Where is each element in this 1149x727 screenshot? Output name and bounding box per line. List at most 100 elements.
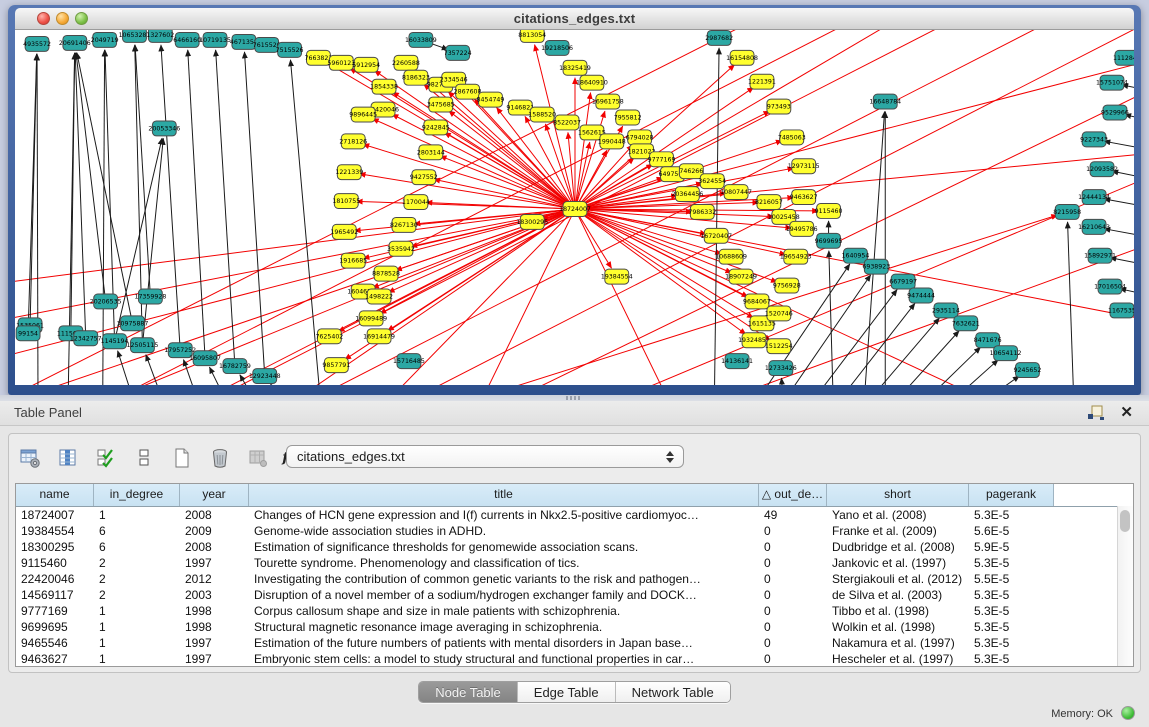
network-node[interactable]: 6938923 [862,259,890,274]
import-table-button[interactable] [245,445,271,471]
table-cell[interactable]: 1 [94,507,180,523]
network-node[interactable]: 8186323 [402,70,430,85]
network-node[interactable]: 20364456 [671,187,703,202]
network-node[interactable]: 2987682 [705,30,733,45]
network-edge[interactable] [75,53,86,338]
table-select-combobox[interactable]: citations_edges.txt [286,445,684,468]
table-cell[interactable]: Estimation of significance thresholds fo… [249,539,759,555]
network-node[interactable]: 1170044 [402,195,430,210]
network-edge[interactable] [142,138,163,345]
network-node[interactable]: 15751074 [1096,75,1128,90]
table-row[interactable]: 946554611997Estimation of the future num… [16,635,1133,651]
table-cell[interactable]: 0 [759,651,827,667]
network-edge[interactable] [161,45,180,350]
table-cell[interactable]: 5.6E-5 [969,523,1054,539]
table-cell[interactable]: Hescheler et al. (1997) [827,651,969,667]
network-node[interactable]: 3475685 [427,97,455,112]
table-cell[interactable]: 22420046 [16,571,94,587]
table-row[interactable]: 1830029562008Estimation of significance … [16,539,1133,555]
column-header-name[interactable]: name [16,484,94,506]
network-node[interactable]: 17359928 [134,289,166,304]
network-edge[interactable] [135,45,150,297]
network-node[interactable]: 18325419 [559,60,591,75]
network-node[interactable]: 8522037 [553,115,581,130]
network-node[interactable]: 7625402 [315,329,343,344]
table-cell[interactable]: 2009 [180,523,249,539]
table-cell[interactable]: 5.3E-5 [969,587,1054,603]
network-node[interactable]: 2718126 [339,134,367,149]
network-node[interactable]: 746266 [679,164,703,179]
table-cell[interactable]: 49 [759,507,827,523]
network-node[interactable]: 1990448 [598,134,626,149]
network-node[interactable]: 20206535 [90,294,122,309]
network-edge[interactable] [1068,222,1075,385]
table-cell[interactable]: 6 [94,539,180,555]
table-cell[interactable]: Jankovic et al. (1997) [827,555,969,571]
network-node[interactable]: 9227343 [1080,132,1108,147]
column-header-out_de[interactable]: △ out_de… [759,484,827,506]
network-edge[interactable] [575,209,674,385]
table-cell[interactable]: 0 [759,619,827,635]
network-node[interactable]: 1854338 [370,79,398,94]
citation-network-graph[interactable]: 4935572206914062049719106532871327602646… [15,30,1134,385]
network-node[interactable]: 9463627 [790,190,818,205]
column-header-pagerank[interactable]: pagerank [969,484,1054,506]
table-row[interactable]: 1456911722003Disruption of a novel membe… [16,587,1133,603]
table-cell[interactable]: 2012 [180,571,249,587]
table-cell[interactable]: Embryonic stem cells: a model to study s… [249,651,759,667]
network-node[interactable]: 2260588 [392,55,420,70]
network-node[interactable]: 6794028 [626,130,654,145]
network-edge[interactable] [858,318,939,385]
network-node[interactable]: 10688609 [715,249,747,264]
network-node[interactable]: 12444134 [1078,190,1110,205]
network-node[interactable]: 20691406 [59,35,91,50]
tab-edge-table[interactable]: Edge Table [517,682,615,702]
table-cell[interactable]: 14569117 [16,587,94,603]
network-node[interactable]: 16782759 [219,359,251,374]
network-node[interactable]: 16210643 [1078,219,1110,234]
table-cell[interactable]: 18724007 [16,507,94,523]
network-node[interactable]: 8216057 [755,195,783,210]
column-header-title[interactable]: title [249,484,759,506]
network-node[interactable]: 5960123 [327,55,355,70]
table-cell[interactable]: 1 [94,619,180,635]
network-node[interactable]: 8454749 [477,92,505,107]
network-node[interactable]: 16914479 [363,329,395,344]
table-vertical-scrollbar[interactable] [1117,506,1133,666]
table-cell[interactable]: Wolkin et al. (1998) [827,619,969,635]
network-node[interactable]: 16095807 [189,351,221,366]
table-cell[interactable]: 5.3E-5 [969,507,1054,523]
select-all-button[interactable] [93,445,119,471]
table-cell[interactable]: Corpus callosum shape and size in male p… [249,603,759,619]
table-cell[interactable]: 6 [94,523,180,539]
table-row[interactable]: 946362711997Embryonic stem cells: a mode… [16,651,1133,667]
network-edge[interactable] [372,119,575,209]
network-node[interactable]: 1512254 [765,339,793,354]
network-node[interactable]: 6679197 [889,274,917,289]
network-node[interactable]: 1520746 [765,306,793,321]
network-node[interactable]: 9896445 [349,107,377,122]
network-node[interactable]: 8215958 [1053,205,1081,220]
table-cell[interactable]: 19384554 [16,523,94,539]
network-edge[interactable] [277,209,575,385]
network-edge[interactable] [1104,229,1134,245]
network-node[interactable]: 10719135 [199,32,231,47]
network-node[interactable]: 4935572 [23,36,51,51]
table-cell[interactable]: Estimation of the future numbers of pati… [249,635,759,651]
column-header-year[interactable]: year [180,484,249,506]
table-cell[interactable]: 9465546 [16,635,94,651]
table-cell[interactable]: Genome-wide association studies in ADHD. [249,523,759,539]
network-node[interactable]: 18640910 [576,75,608,90]
network-node[interactable]: 10807447 [720,185,752,200]
network-node[interactable]: 17016504 [1094,279,1126,294]
window-titlebar[interactable]: citations_edges.txt [15,8,1134,30]
network-node[interactable]: 12342757 [70,331,102,346]
network-edge[interactable] [216,50,235,366]
column-header-in_degree[interactable]: in_degree [94,484,180,506]
table-cell[interactable]: Changes of HCN gene expression and I(f) … [249,507,759,523]
network-node[interactable]: 15892971 [1084,248,1116,263]
network-node[interactable]: 9529966 [1101,105,1129,120]
table-cell[interactable]: Stergiakouli et al. (2012) [827,571,969,587]
table-cell[interactable]: Structural magnetic resonance image aver… [249,619,759,635]
network-node[interactable]: 12093582 [1086,162,1118,177]
